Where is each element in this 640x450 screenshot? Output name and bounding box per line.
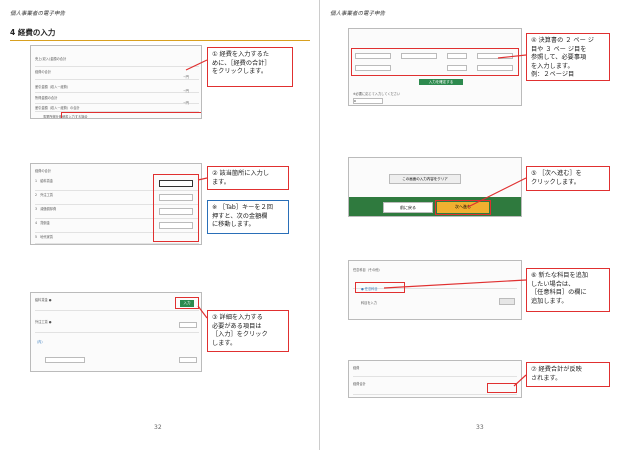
connector-line	[467, 177, 527, 208]
callout-connectors	[185, 54, 527, 387]
connector-line	[383, 279, 527, 289]
connector-line	[497, 54, 527, 59]
connector-line	[185, 59, 208, 71]
connector-line	[197, 177, 208, 181]
connector-line	[513, 374, 527, 387]
connector-line	[197, 305, 208, 319]
